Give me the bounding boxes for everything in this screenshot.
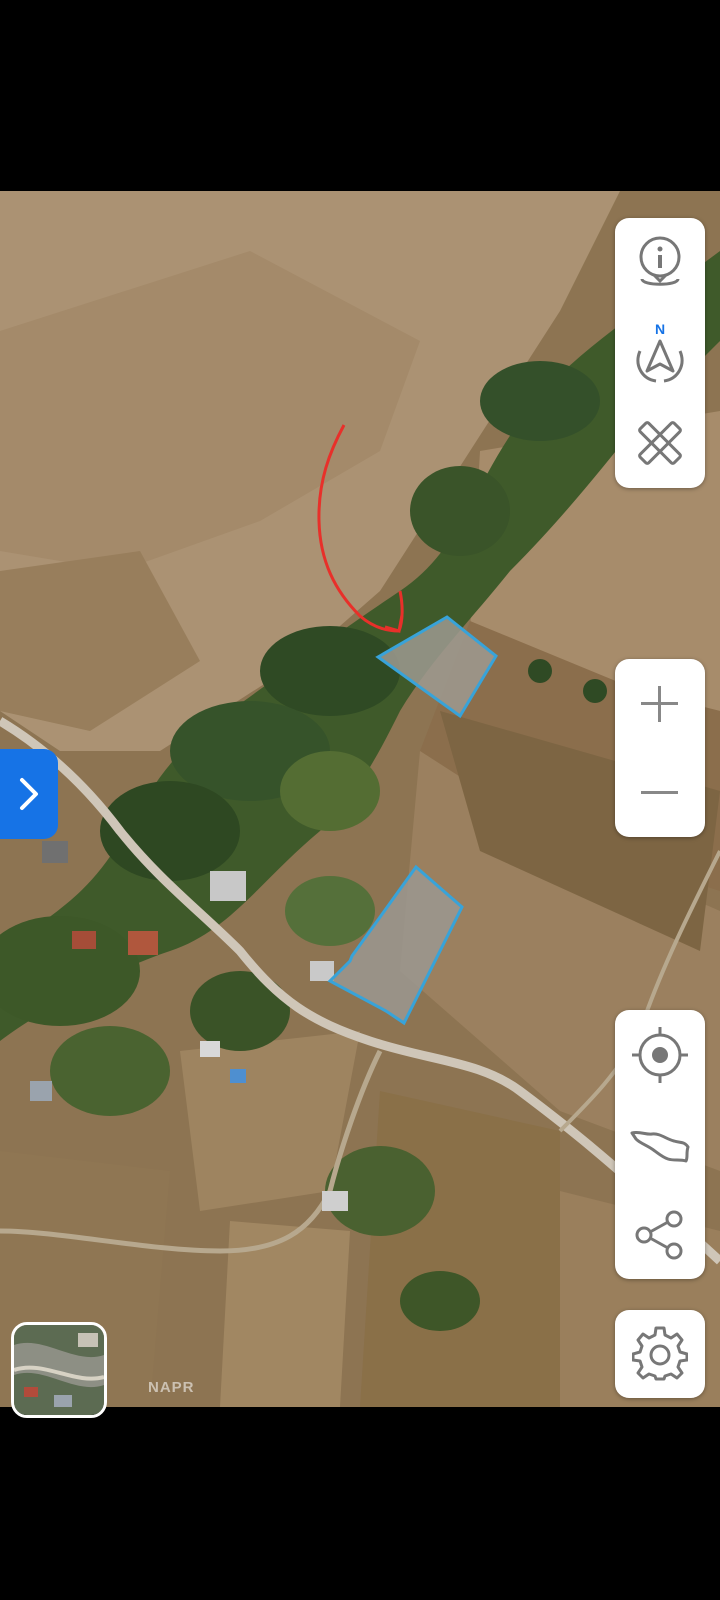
- gear-icon: [632, 1326, 688, 1381]
- zoom-out-icon: [641, 790, 678, 794]
- zoom-panel: [615, 659, 705, 837]
- share-icon: [635, 1210, 683, 1259]
- locate-button[interactable]: [615, 1010, 705, 1100]
- map-imagery: [0, 191, 720, 1407]
- layer-switcher-thumbnail[interactable]: [11, 1322, 107, 1418]
- info-icon: [639, 236, 681, 286]
- zoom-in-icon: [641, 685, 678, 722]
- compass-label: N: [655, 321, 665, 337]
- side-panel-toggle-button[interactable]: [0, 749, 58, 839]
- measure-button[interactable]: [615, 398, 705, 488]
- compass-button[interactable]: N: [615, 308, 705, 398]
- locate-crosshair-icon: [632, 1027, 688, 1083]
- zoom-in-button[interactable]: [615, 659, 705, 748]
- map-tools-panel: N: [615, 218, 705, 488]
- info-button[interactable]: [615, 218, 705, 308]
- chevron-right-icon: [20, 778, 38, 810]
- layer-thumbnail: [14, 1325, 104, 1415]
- compass-north-icon: N: [636, 321, 684, 383]
- country-view-button[interactable]: [615, 1100, 705, 1190]
- settings-button[interactable]: [615, 1310, 705, 1398]
- country-outline-icon: [630, 1130, 690, 1163]
- share-button[interactable]: [615, 1190, 705, 1279]
- zoom-out-button[interactable]: [615, 748, 705, 837]
- satellite-map[interactable]: [0, 191, 720, 1407]
- map-attribution: NAPR: [148, 1379, 195, 1396]
- ruler-pencil-icon: [638, 421, 682, 465]
- location-panel: [615, 1010, 705, 1279]
